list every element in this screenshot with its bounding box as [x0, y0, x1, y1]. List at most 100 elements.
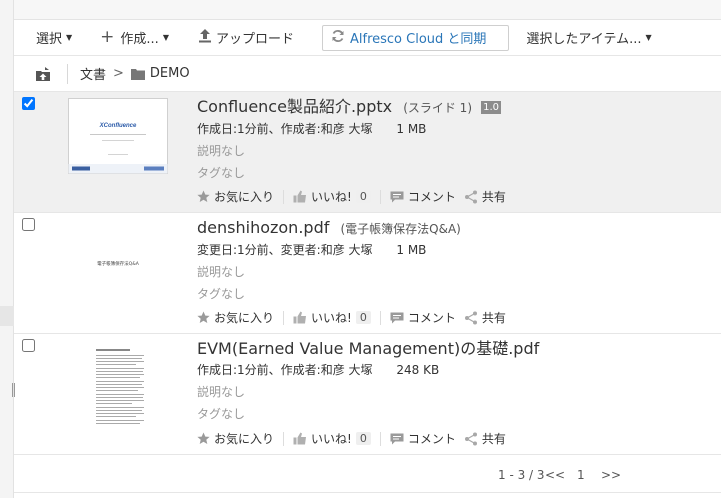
caret-down-icon: ▼ [645, 33, 652, 42]
selected-items-label: 選択したアイテム... [526, 32, 642, 47]
document-info: Confluence製品紹介.pptx (スライド 1) 1.0 作成日:1分前… [197, 96, 711, 184]
left-gutter [0, 0, 15, 498]
share-label: 共有 [481, 311, 506, 325]
pagination-range: 1 - 3 / 3 [498, 468, 545, 482]
version-badge: 1.0 [481, 101, 502, 114]
like-button[interactable]: いいね! 0 [293, 430, 371, 447]
gutter-marker [0, 306, 14, 326]
like-button[interactable]: いいね! 0 [293, 188, 371, 205]
breadcrumb-separator: > [113, 66, 124, 81]
share-button[interactable]: 共有 [464, 430, 506, 447]
create-menu-button[interactable]: + 作成... ▼ [100, 20, 169, 55]
breadcrumb-root-link[interactable]: 文書 [80, 64, 106, 83]
document-thumbnail[interactable] [68, 340, 168, 440]
pagination-prev-link[interactable]: << [545, 468, 565, 482]
star-icon [197, 190, 210, 203]
favorite-button[interactable]: お気に入り [197, 309, 274, 326]
action-divider [379, 431, 381, 446]
plus-icon: + [100, 27, 115, 47]
document-actions: お気に入り いいね! 0 コメント 共有 [197, 430, 506, 447]
toolbar: 選択 ▼ + 作成... ▼ アップロード Alfresco Cloud と同期… [14, 20, 721, 56]
document-subtitle: (電子帳簿保存法Q&A) [340, 222, 461, 236]
document-description: 説明なし [197, 265, 246, 279]
thumb-title-text: 電子帳簿保存法Q&A [97, 260, 140, 267]
cloud-sync-button[interactable]: Alfresco Cloud と同期 [322, 24, 510, 51]
upload-label: アップロード [215, 32, 294, 47]
upload-icon [198, 28, 212, 47]
document-tags: タグなし [197, 407, 246, 421]
comment-icon [390, 191, 404, 203]
thumbs-up-icon [293, 432, 307, 445]
share-icon [464, 311, 478, 325]
caret-down-icon: ▼ [66, 33, 73, 42]
action-divider [283, 431, 285, 446]
row-select-checkbox[interactable] [22, 339, 35, 352]
pagination: 1 - 3 / 3 << 1 >> [14, 456, 721, 493]
favorite-button[interactable]: お気に入り [197, 188, 274, 205]
share-icon [464, 190, 478, 204]
selected-items-menu-button[interactable]: 選択したアイテム... ▼ [526, 20, 651, 55]
document-description: 説明なし [197, 144, 246, 158]
comment-label: コメント [407, 432, 456, 446]
like-count: 0 [355, 190, 371, 203]
document-row[interactable]: XConfluence Confluence製品紹介.pptx (スライド 1)… [14, 92, 721, 213]
document-thumbnail[interactable]: 電子帳簿保存法Q&A [68, 219, 168, 295]
like-label: いいね! [311, 311, 352, 325]
pagination-next-link[interactable]: >> [601, 468, 621, 482]
document-size: 1 MB [396, 122, 427, 136]
upload-button[interactable]: アップロード [198, 20, 294, 55]
select-menu-label: 選択 [36, 32, 63, 47]
share-label: 共有 [481, 190, 506, 204]
document-title-link[interactable]: Confluence製品紹介.pptx [197, 97, 392, 116]
comment-label: コメント [407, 190, 456, 204]
document-list: XConfluence Confluence製品紹介.pptx (スライド 1)… [14, 92, 721, 455]
thumbs-up-icon [293, 311, 307, 324]
document-tags: タグなし [197, 166, 246, 180]
caret-down-icon: ▼ [162, 33, 169, 42]
thumb-logo-text: XConfluence [99, 123, 137, 129]
comment-icon [390, 312, 404, 324]
row-select-checkbox[interactable] [22, 218, 35, 231]
document-size: 1 MB [396, 243, 427, 257]
share-label: 共有 [481, 432, 506, 446]
sync-icon [331, 29, 345, 47]
action-divider [283, 189, 285, 204]
comment-button[interactable]: コメント [390, 188, 456, 205]
folder-icon [130, 68, 145, 80]
document-meta: 作成日:1分前、作成者:和彦 大塚 [197, 363, 373, 377]
like-label: いいね! [311, 432, 352, 446]
document-thumbnail[interactable]: XConfluence [68, 98, 168, 174]
header-strip [14, 0, 721, 20]
star-icon [197, 311, 210, 324]
document-description: 説明なし [197, 385, 246, 399]
like-button[interactable]: いいね! 0 [293, 309, 371, 326]
comment-button[interactable]: コメント [390, 309, 456, 326]
share-button[interactable]: 共有 [464, 188, 506, 205]
parent-folder-button[interactable] [34, 65, 52, 83]
breadcrumb-divider [67, 63, 68, 84]
document-row[interactable]: 電子帳簿保存法Q&A denshihozon.pdf (電子帳簿保存法Q&A) … [14, 213, 721, 334]
thumbs-up-icon [293, 190, 307, 203]
document-row[interactable]: EVM(Earned Value Management)の基礎.pdf 作成日:… [14, 334, 721, 455]
document-title-link[interactable]: denshihozon.pdf [197, 218, 329, 237]
comment-button[interactable]: コメント [390, 430, 456, 447]
comment-icon [390, 433, 404, 445]
action-divider [379, 310, 381, 325]
select-menu-button[interactable]: 選択 ▼ [36, 20, 72, 55]
parent-folder-icon [36, 66, 50, 81]
favorite-button[interactable]: お気に入り [197, 430, 274, 447]
pagination-page-link[interactable]: 1 [577, 468, 585, 482]
document-meta: 作成日:1分前、作成者:和彦 大塚 [197, 122, 373, 136]
row-select-checkbox[interactable] [22, 97, 35, 110]
cloud-sync-label: Alfresco Cloud と同期 [350, 32, 487, 47]
star-icon [197, 432, 210, 445]
share-button[interactable]: 共有 [464, 309, 506, 326]
breadcrumb-current-folder[interactable]: DEMO [150, 66, 190, 81]
document-actions: お気に入り いいね! 0 コメント 共有 [197, 188, 506, 205]
favorite-label: お気に入り [214, 190, 275, 204]
document-meta: 変更日:1分前、変更者:和彦 大塚 [197, 243, 373, 257]
like-count: 0 [355, 311, 371, 324]
document-title-link[interactable]: EVM(Earned Value Management)の基礎.pdf [197, 339, 539, 358]
document-size: 248 KB [396, 363, 440, 377]
favorite-label: お気に入り [214, 432, 275, 446]
